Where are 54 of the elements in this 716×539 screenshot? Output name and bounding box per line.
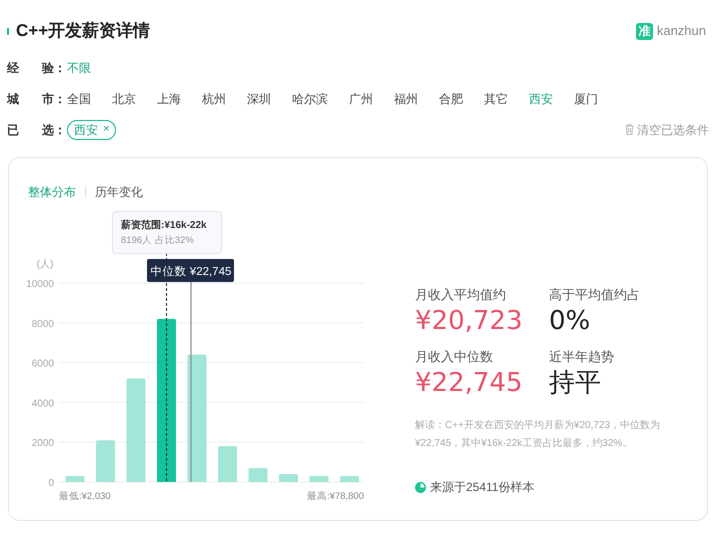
brand-name: kanzhun [656, 22, 706, 40]
filter-option[interactable]: 上海 [157, 90, 181, 108]
filter-label: 经 [7, 60, 20, 76]
y-axis-tick: 6000 [32, 358, 54, 370]
filter-option[interactable]: 深圳 [247, 90, 271, 108]
filter-option[interactable]: 北京 [112, 90, 136, 108]
min-salary-label: 最低:¥2,030 [59, 491, 111, 502]
histogram-bar [340, 476, 359, 482]
filter-option[interactable]: 福州 [394, 90, 418, 108]
interpretation-text: 解读：C++开发在西安的平均月薪为¥20,723，中位数为¥22,745，其中¥16k-22k工资占比最多，约32%。 [415, 418, 662, 451]
tooltip-title: 薪资范围:¥16k-22k [121, 220, 207, 231]
filter-option[interactable]: 其它 [484, 90, 508, 108]
filter-option[interactable]: 哈尔滨 [292, 90, 328, 108]
histogram-bar [279, 474, 298, 482]
filter-option[interactable]: 广州 [349, 90, 373, 108]
chart-tab[interactable]: 历年变化 [95, 182, 143, 200]
y-axis-tick: 8000 [32, 318, 54, 330]
filter-label: 市： [42, 90, 66, 108]
max-salary-label: 最高:¥78,800 [307, 491, 364, 502]
y-axis-tick: 4000 [32, 398, 54, 410]
filter-option[interactable]: 杭州 [202, 90, 226, 108]
median-label: 中位数 ¥22,745 [150, 266, 232, 278]
stat-label: 高于平均值约占 [549, 286, 641, 304]
page-title: C++开发薪资详情 [16, 20, 150, 42]
title-marker [7, 28, 9, 34]
stat-value: 0% [549, 305, 592, 338]
filter-label: 选： [42, 122, 66, 138]
trash-icon[interactable] [625, 124, 634, 135]
stat-value: ¥22,745 [415, 367, 524, 400]
tooltip-text: 8196人 占比32% [121, 235, 194, 246]
filter-option[interactable]: 厦门 [574, 90, 598, 108]
y-axis-tick: 10000 [26, 279, 54, 290]
stat-label: 月收入中位数 [415, 348, 494, 366]
stat-value: ¥20,723 [415, 305, 524, 338]
chip-label: 西安 [74, 122, 98, 138]
y-axis-label: (人) [36, 259, 54, 270]
filter-label: 城 [7, 90, 20, 108]
pie-chart-icon [415, 482, 426, 492]
filter-option[interactable]: 合肥 [439, 90, 463, 108]
y-axis-tick: 2000 [32, 438, 54, 450]
y-axis-tick: 0 [48, 478, 54, 489]
logo-badge: 准 [636, 22, 653, 40]
filter-label: 已 [7, 122, 20, 138]
stat-value: 持平 [549, 367, 602, 400]
filter-label: 验： [42, 60, 66, 76]
histogram-bar [218, 446, 237, 482]
sample-source: 来源于25411份样本 [430, 479, 534, 496]
histogram-bar [66, 476, 84, 482]
histogram-bar [310, 476, 328, 482]
histogram-bar [248, 468, 268, 482]
stat-label: 月收入平均值约 [415, 286, 507, 304]
filter-option[interactable]: 全国 [67, 90, 91, 108]
histogram-bar [96, 440, 115, 482]
stat-label: 近半年趋势 [549, 348, 615, 366]
